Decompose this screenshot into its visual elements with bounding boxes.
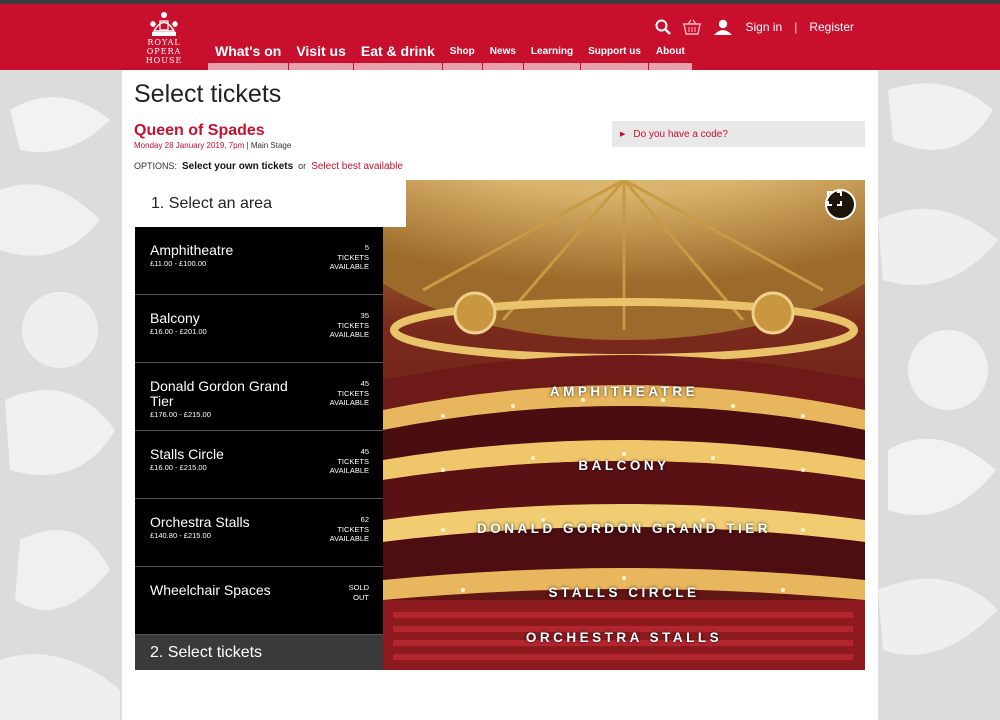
expand-icon [827, 191, 842, 206]
nav-visit-us[interactable]: Visit us [289, 40, 353, 70]
availability-count: 35 [360, 311, 369, 320]
tier-label-amphitheatre[interactable]: AMPHITHEATRE [383, 384, 865, 399]
nav-news[interactable]: News [482, 40, 523, 70]
area-name: Donald Gordon Grand Tier [150, 378, 288, 409]
logo-line-3: HOUSE [145, 56, 183, 65]
promo-code-toggle[interactable]: ▶ Do you have a code? [612, 121, 865, 147]
fullscreen-button[interactable] [825, 189, 856, 220]
nav-about[interactable]: About [648, 40, 692, 70]
meta-separator: | [246, 141, 249, 150]
crest-icon [150, 12, 178, 36]
show-date: Monday 28 January 2019, 7pm [134, 141, 245, 150]
availability-status-1: SOLD [348, 583, 369, 592]
area-list: Amphitheatre £11.00 - £100.00 5 TICKETS … [135, 227, 383, 635]
step-select-tickets-heading[interactable]: 2. Select tickets [135, 635, 383, 670]
royal-opera-house-logo[interactable]: ROYAL OPERA HOUSE [140, 10, 188, 68]
site-header: ROYAL OPERA HOUSE What's on Visit us Eat… [0, 4, 1000, 70]
availability-word-1: TICKETS [337, 524, 369, 534]
availability-word-2: AVAILABLE [329, 398, 369, 407]
availability-word-1: TICKETS [337, 456, 369, 466]
nav-support-us[interactable]: Support us [581, 40, 648, 70]
main-content: Select tickets Queen of Spades Monday 28… [122, 70, 878, 720]
area-availability: 45 TICKETS AVAILABLE [330, 447, 369, 476]
basket-icon[interactable] [683, 19, 702, 35]
header-separator: | [794, 20, 798, 34]
show-title[interactable]: Queen of Spades [134, 122, 265, 140]
promo-code-label: Do you have a code? [633, 128, 728, 140]
area-availability: 5 TICKETS AVAILABLE [330, 243, 369, 272]
show-stage: Main Stage [250, 141, 292, 150]
step-select-area-heading: 1. Select an area [135, 180, 406, 227]
availability-count: 45 [360, 379, 369, 388]
availability-word-1: TICKETS [337, 320, 369, 330]
sign-in-link[interactable]: Sign in [745, 20, 782, 34]
option-best-available-link[interactable]: Select best available [311, 161, 403, 172]
area-name: Amphitheatre [150, 242, 234, 258]
nav-eat-drink[interactable]: Eat & drink [353, 40, 442, 70]
tier-label-stalls-circle[interactable]: STALLS CIRCLE [383, 585, 865, 600]
main-nav: What's on Visit us Eat & drink Shop News… [208, 40, 693, 70]
auditorium-image: AMPHITHEATRE BALCONY DONALD GORDON GRAND… [383, 180, 865, 670]
logo-line-2: OPERA [146, 47, 182, 56]
logo-line-1: ROYAL [147, 38, 181, 47]
area-name: Stalls Circle [150, 446, 224, 462]
area-name: Orchestra Stalls [150, 514, 250, 530]
account-actions: Sign in | Register [655, 16, 854, 38]
area-name: Balcony [150, 310, 200, 326]
area-grand-tier[interactable]: Donald Gordon Grand Tier £176.00 - £215.… [135, 363, 383, 431]
area-availability: 62 TICKETS AVAILABLE [330, 515, 369, 544]
availability-word-1: TICKETS [337, 388, 369, 398]
area-stalls-circle[interactable]: Stalls Circle £16.00 - £215.00 45 TICKET… [135, 431, 383, 499]
area-orchestra-stalls[interactable]: Orchestra Stalls £140.80 - £215.00 62 TI… [135, 499, 383, 567]
tier-label-orchestra-stalls[interactable]: ORCHESTRA STALLS [383, 630, 865, 645]
area-amphitheatre[interactable]: Amphitheatre £11.00 - £100.00 5 TICKETS … [135, 227, 383, 295]
availability-word-1: TICKETS [337, 252, 369, 262]
nav-shop[interactable]: Shop [442, 40, 482, 70]
register-link[interactable]: Register [809, 20, 854, 34]
decorative-pattern-left [0, 70, 122, 720]
area-price: £176.00 - £215.00 [150, 410, 211, 419]
nav-learning[interactable]: Learning [523, 40, 581, 70]
availability-word-2: AVAILABLE [329, 262, 369, 271]
search-icon[interactable] [655, 19, 672, 35]
booking-options: OPTIONS: Select your own tickets or Sele… [134, 161, 403, 172]
option-select-own: Select your own tickets [182, 161, 294, 172]
tier-label-balcony[interactable]: BALCONY [383, 458, 865, 473]
availability-count: 62 [360, 515, 369, 524]
page-title: Select tickets [134, 80, 282, 108]
area-availability: 45 TICKETS AVAILABLE [330, 379, 369, 408]
availability-count: 45 [360, 447, 369, 456]
area-availability: 35 TICKETS AVAILABLE [330, 311, 369, 340]
options-label: OPTIONS: [134, 161, 178, 171]
availability-count: 5 [364, 243, 369, 252]
tier-label-grand-tier[interactable]: DONALD GORDON GRAND TIER [383, 521, 865, 536]
user-icon[interactable] [713, 19, 733, 35]
availability-word-2: AVAILABLE [329, 534, 369, 543]
area-balcony[interactable]: Balcony £16.00 - £201.00 35 TICKETS AVAI… [135, 295, 383, 363]
availability-word-2: AVAILABLE [329, 330, 369, 339]
area-availability: SOLD OUT [349, 583, 369, 602]
availability-status-2: OUT [353, 592, 369, 602]
decorative-pattern-right [878, 70, 1000, 720]
availability-word-2: AVAILABLE [329, 466, 369, 475]
show-meta: Monday 28 January 2019, 7pm | Main Stage [134, 141, 291, 150]
nav-whats-on[interactable]: What's on [208, 40, 289, 70]
options-or: or [298, 161, 307, 171]
area-name: Wheelchair Spaces [150, 582, 271, 598]
area-wheelchair-spaces[interactable]: Wheelchair Spaces SOLD OUT [135, 567, 383, 635]
caret-right-icon: ▶ [620, 131, 626, 138]
